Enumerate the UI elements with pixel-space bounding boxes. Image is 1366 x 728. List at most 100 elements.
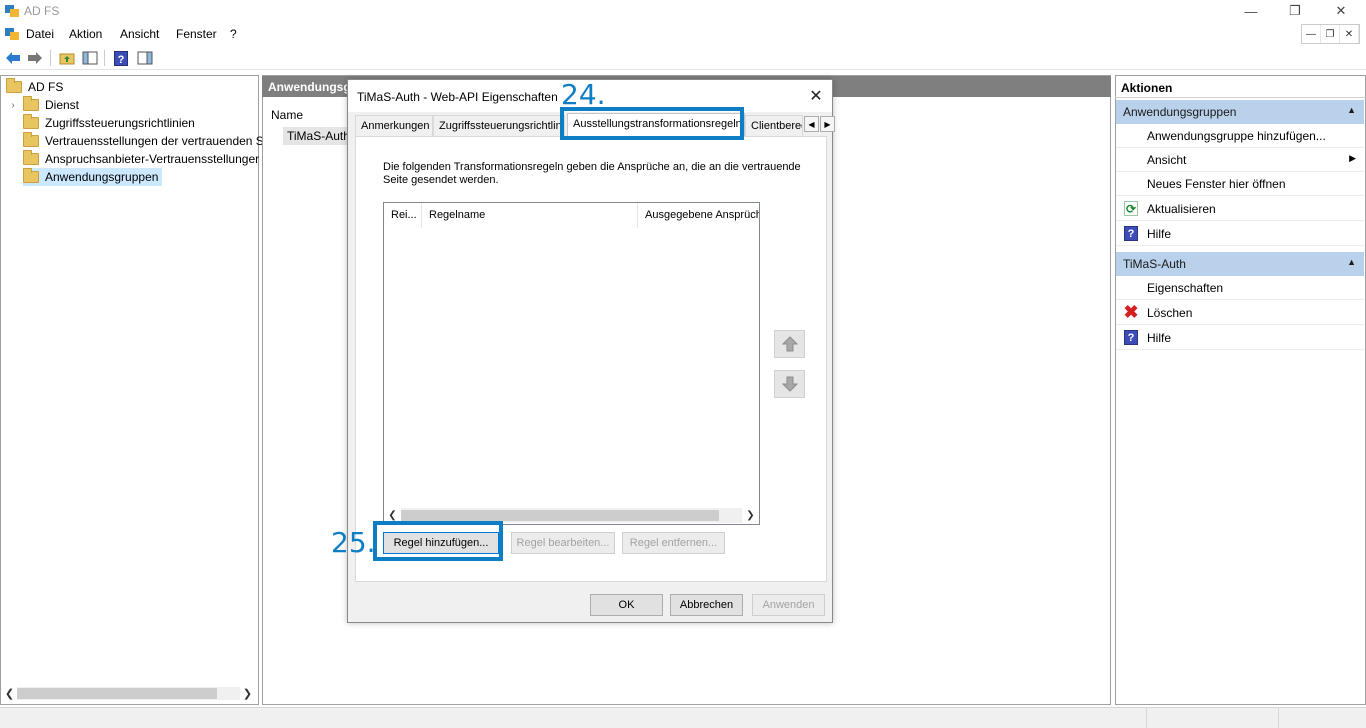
action-help[interactable]: ? Hilfe — [1116, 222, 1364, 246]
tab-panel: Die folgenden Transformationsregeln gebe… — [355, 136, 827, 582]
adfs-app-icon — [5, 5, 19, 17]
show-hide-tree-icon[interactable] — [81, 49, 99, 67]
list-item[interactable]: TiMaS-Auth — [283, 127, 354, 145]
action-group-timas-auth[interactable]: TiMaS-Auth ▲ — [1116, 252, 1364, 276]
forward-arrow-icon[interactable] — [26, 49, 44, 67]
column-order[interactable]: Rei... — [384, 203, 422, 228]
action-group-label: TiMaS-Auth — [1123, 257, 1186, 271]
menu-bar: Datei Aktion Ansicht Fenster ? — [0, 22, 1366, 46]
folder-icon — [23, 96, 39, 111]
title-bar: AD FS — ❐ ✕ — [0, 0, 1366, 22]
tab-scroll-left-icon[interactable]: ◀ — [804, 116, 819, 132]
tab-zugriffssteuerungsrichtlinie[interactable]: Zugriffssteuerungsrichtlinie — [433, 115, 565, 137]
action-group-label: Anwendungsgruppen — [1123, 105, 1237, 119]
move-rule-up-button[interactable] — [774, 330, 805, 358]
scroll-left-icon[interactable]: ❮ — [384, 510, 401, 521]
action-label: Anwendungsgruppe hinzufügen... — [1147, 129, 1326, 143]
tree-item-anwendungsgruppen[interactable]: Anwendungsgruppen — [23, 168, 163, 186]
toolbar-separator — [104, 50, 105, 66]
collapse-triangle-icon[interactable]: ▲ — [1347, 105, 1356, 115]
callout-box-step-25 — [373, 521, 503, 561]
column-rule-name[interactable]: Regelname — [422, 203, 638, 228]
folder-icon — [23, 114, 39, 129]
mdi-close-button[interactable]: ✕ — [1340, 25, 1359, 43]
action-label: Eigenschaften — [1147, 281, 1224, 295]
show-hide-action-pane-icon[interactable] — [136, 49, 154, 67]
edit-rule-button[interactable]: Regel bearbeiten... — [511, 532, 615, 554]
menu-help[interactable]: ? — [230, 27, 237, 41]
arrow-up-icon — [781, 336, 798, 352]
action-new-window[interactable]: Neues Fenster hier öffnen — [1116, 172, 1364, 196]
folder-icon — [23, 132, 39, 147]
menu-ansicht[interactable]: Ansicht — [120, 27, 159, 41]
action-group-anwendungsgruppen[interactable]: Anwendungsgruppen ▲ — [1116, 100, 1364, 124]
folder-icon — [23, 150, 39, 165]
mdi-restore-button[interactable]: ❐ — [1321, 25, 1340, 43]
collapse-triangle-icon[interactable]: ▲ — [1347, 257, 1356, 267]
close-window-button[interactable]: ✕ — [1318, 0, 1364, 22]
name-column-header[interactable]: Name — [271, 108, 303, 122]
rules-description: Die folgenden Transformationsregeln gebe… — [383, 161, 801, 186]
back-arrow-icon[interactable] — [4, 49, 22, 67]
cancel-button[interactable]: Abbrechen — [670, 594, 743, 616]
window-title: AD FS — [24, 4, 60, 18]
refresh-icon: ⟳ — [1124, 201, 1138, 216]
minimize-button[interactable]: — — [1228, 0, 1274, 22]
rules-list[interactable]: Rei... Regelname Ausgegebene Ansprüch ❮ … — [383, 202, 760, 525]
remove-rule-button[interactable]: Regel entfernen... — [622, 532, 725, 554]
tab-scroll-right-icon[interactable]: ▶ — [820, 116, 835, 132]
svg-text:?: ? — [118, 54, 125, 66]
menu-fenster[interactable]: Fenster — [176, 27, 217, 41]
scroll-right-icon[interactable]: ❯ — [742, 510, 759, 521]
column-issued-claims[interactable]: Ausgegebene Ansprüch — [638, 203, 759, 228]
status-separator — [1146, 708, 1147, 728]
action-label: Hilfe — [1147, 227, 1172, 241]
action-ansicht[interactable]: Ansicht ▶ — [1116, 148, 1364, 172]
scroll-left-icon[interactable]: ❮ — [2, 687, 17, 700]
scroll-thumb[interactable] — [17, 688, 217, 699]
action-properties[interactable]: Eigenschaften — [1116, 276, 1364, 300]
mdi-minimize-button[interactable]: — — [1302, 25, 1321, 43]
restore-button[interactable]: ❐ — [1272, 0, 1318, 22]
action-add-application-group[interactable]: Anwendungsgruppe hinzufügen... — [1116, 124, 1364, 148]
action-delete[interactable]: ✖ Löschen — [1116, 301, 1364, 325]
expand-chevron-icon[interactable]: › — [7, 100, 19, 111]
action-help-2[interactable]: ? Hilfe — [1116, 326, 1364, 350]
move-rule-down-button[interactable] — [774, 370, 805, 398]
tree-item-anspruchsanbieter[interactable]: Anspruchsanbieter-Vertrauensstellunger — [23, 150, 259, 168]
ok-button[interactable]: OK — [590, 594, 663, 616]
help-icon[interactable]: ? — [112, 49, 130, 67]
scroll-thumb[interactable] — [401, 510, 719, 521]
toolbar: ? — [0, 46, 1366, 70]
actions-title: Aktionen — [1115, 76, 1366, 98]
action-label: Neues Fenster hier öffnen — [1147, 177, 1286, 191]
tree-root-adfs[interactable]: AD FS — [6, 78, 63, 96]
scroll-right-icon[interactable]: ❯ — [240, 687, 255, 700]
tree-root-label: AD FS — [28, 80, 64, 94]
tree-item-label: Anwendungsgruppen — [45, 170, 159, 184]
tree-item-vertrauende-seite[interactable]: Vertrauensstellungen der vertrauenden S — [23, 132, 264, 150]
tree-item-label: Dienst — [45, 98, 80, 112]
tab-clientberechtigungen[interactable]: Clientbered — [745, 115, 803, 137]
mdi-window-controls: — ❐ ✕ — [1301, 24, 1360, 44]
submenu-arrow-icon: ▶ — [1349, 153, 1356, 163]
menu-datei[interactable]: Datei — [26, 27, 54, 41]
action-label: Hilfe — [1147, 331, 1172, 345]
apply-button[interactable]: Anwenden — [752, 594, 825, 616]
tab-anmerkungen[interactable]: Anmerkungen — [355, 115, 433, 137]
action-label: Aktualisieren — [1147, 202, 1216, 216]
adfs-menu-icon — [5, 28, 19, 40]
action-label: Löschen — [1147, 306, 1193, 320]
action-refresh[interactable]: ⟳ Aktualisieren — [1116, 197, 1364, 221]
tree-horizontal-scrollbar[interactable]: ❮ ❯ — [2, 686, 255, 701]
menu-aktion[interactable]: Aktion — [69, 27, 102, 41]
tree-item-dienst[interactable]: › Dienst — [7, 96, 79, 114]
scroll-track[interactable] — [17, 687, 240, 700]
arrow-down-icon — [781, 376, 798, 392]
dialog-close-icon[interactable]: ✕ — [804, 86, 828, 106]
tree-item-zugriffssteuerungsrichtlinien[interactable]: Zugriffssteuerungsrichtlinien — [23, 114, 195, 132]
up-folder-icon[interactable] — [58, 49, 76, 67]
tree-item-label: Anspruchsanbieter-Vertrauensstellunger — [45, 152, 260, 166]
folder-icon — [23, 168, 39, 183]
help-icon: ? — [1124, 226, 1138, 241]
